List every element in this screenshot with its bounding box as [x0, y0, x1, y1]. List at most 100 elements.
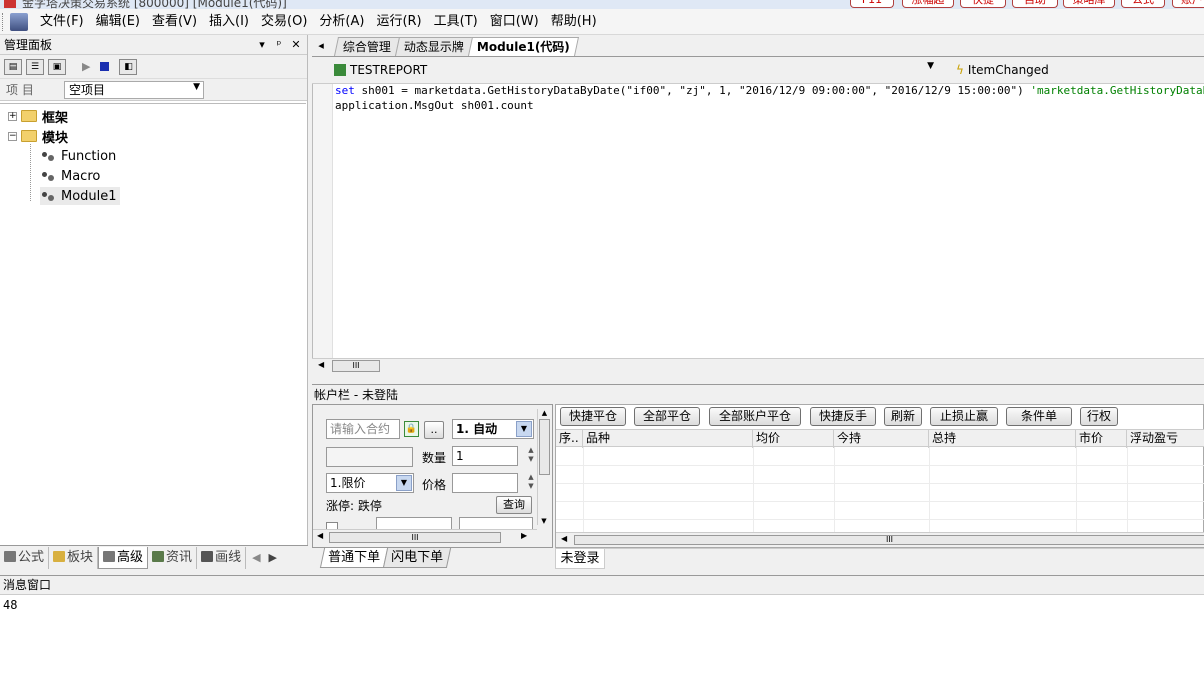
menu-tools[interactable]: 工具(T) — [428, 10, 484, 34]
properties-icon[interactable]: ◧ — [119, 58, 138, 75]
tab-overview[interactable]: 综合管理 — [333, 37, 401, 56]
scroll-thumb[interactable] — [539, 419, 550, 475]
menu-insert[interactable]: 插入(I) — [203, 10, 255, 34]
top-button-gain[interactable]: 涨幅超 — [902, 0, 954, 8]
editor-horizontal-scrollbar[interactable]: ◀ III — [312, 358, 1204, 374]
top-button-quick[interactable]: 快捷 — [960, 0, 1006, 8]
menu-view[interactable]: 查看(V) — [146, 10, 203, 34]
menu-window[interactable]: 窗口(W) — [484, 10, 545, 34]
scroll-left-icon[interactable]: ◀ — [252, 551, 260, 564]
contract-input[interactable]: 请输入合约 — [326, 419, 400, 439]
menu-edit[interactable]: 编辑(E) — [90, 10, 146, 34]
refresh-button[interactable]: 刷新 — [884, 407, 922, 426]
panel-dropdown-icon[interactable]: ▾ — [255, 38, 269, 51]
close-icon[interactable]: ✕ — [289, 38, 303, 51]
close-all-accounts-button[interactable]: 全部账户平仓 — [709, 407, 801, 426]
scroll-thumb[interactable]: III — [329, 532, 501, 543]
top-button-self[interactable]: 自助 — [1012, 0, 1058, 8]
quantity-stepper[interactable]: ▲ ▼ — [526, 446, 536, 464]
top-button-account[interactable]: 账户 — [1172, 0, 1204, 8]
quick-reverse-button[interactable]: 快捷反手 — [810, 407, 876, 426]
scroll-thumb[interactable]: III — [574, 535, 1204, 545]
menu-trade[interactable]: 交易(O) — [255, 10, 313, 34]
list-icon[interactable]: ☰ — [26, 58, 44, 75]
play-icon[interactable]: ▶ — [82, 60, 90, 73]
lock-icon[interactable]: 🔒 — [404, 421, 419, 437]
menu-run[interactable]: 运行(R) — [370, 10, 427, 34]
scroll-thumb[interactable]: III — [332, 360, 380, 372]
scroll-up-icon[interactable]: ▲ — [538, 409, 551, 417]
column-header[interactable]: 均价 — [753, 430, 834, 448]
quantity-input[interactable]: 1 — [452, 446, 518, 466]
top-button-f11[interactable]: F11 — [850, 0, 894, 8]
tab-nav-left-icon[interactable]: ◂ — [312, 37, 330, 56]
tab-news[interactable]: 资讯 — [148, 546, 198, 569]
save-icon[interactable]: ▣ — [48, 58, 66, 75]
column-header[interactable]: 序.. — [556, 430, 583, 448]
order-horizontal-scrollbar[interactable]: ◀ III ▶ — [313, 529, 537, 545]
project-value: 空项目 — [69, 83, 106, 97]
scroll-right-icon[interactable]: ▶ — [269, 551, 277, 564]
tree-node-function[interactable]: Function — [40, 147, 116, 165]
event-select[interactable]: ϟ ItemChanged — [952, 61, 1204, 79]
top-button-strategy[interactable]: 策略库 — [1063, 0, 1115, 8]
stop-loss-button[interactable]: 止损止赢 — [930, 407, 998, 426]
tab-label: 综合管理 — [342, 40, 391, 54]
column-header[interactable]: 浮动盈亏 — [1127, 430, 1204, 448]
more-button[interactable]: .. — [424, 421, 444, 439]
collapse-icon[interactable]: − — [8, 131, 17, 141]
window-title: 金字塔决策交易系统 [800000] [Module1(代码)] — [22, 0, 287, 9]
tab-label: 闪电下单 — [391, 550, 444, 565]
column-header[interactable]: 总持 — [929, 430, 1076, 448]
expand-icon[interactable]: + — [8, 111, 17, 121]
pin-icon[interactable]: ᵖ — [272, 38, 286, 51]
scroll-left-icon[interactable]: ◀ — [318, 360, 324, 369]
project-select[interactable]: 空项目 ▼ — [64, 80, 204, 99]
scroll-right-icon[interactable]: ▶ — [521, 531, 527, 540]
exercise-button[interactable]: 行权 — [1080, 407, 1118, 426]
auto-select[interactable]: 1. 自动 ▼ — [452, 419, 534, 439]
column-header[interactable]: 市价 — [1076, 430, 1127, 448]
scroll-left-icon[interactable]: ◀ — [561, 534, 567, 543]
tab-not-logged-in[interactable]: 未登录 — [555, 549, 605, 569]
positions-horizontal-scrollbar[interactable]: ◀ III — [556, 532, 1204, 547]
document-menu-icon[interactable] — [10, 12, 28, 31]
tab-normal-order[interactable]: 普通下单 — [319, 548, 389, 568]
chevron-down-icon: ▼ — [193, 81, 200, 92]
stop-icon[interactable] — [100, 62, 110, 71]
query-button[interactable]: 查询 — [496, 496, 532, 514]
column-divider — [1127, 447, 1128, 533]
tab-flash-order[interactable]: 闪电下单 — [382, 548, 452, 568]
price-stepper[interactable]: ▲ ▼ — [526, 473, 536, 491]
code-editor[interactable]: set sh001 = marketdata.GetHistoryDataByD… — [312, 84, 1204, 358]
menu-analysis[interactable]: 分析(A) — [313, 10, 370, 34]
tree-node-module1[interactable]: Module1 — [40, 187, 120, 205]
price-input[interactable] — [452, 473, 518, 493]
tree-node-macro[interactable]: Macro — [40, 167, 100, 185]
price-type-select[interactable]: 1.限价 ▼ — [326, 473, 414, 493]
menu-help[interactable]: 帮助(H) — [545, 10, 603, 34]
tab-sector[interactable]: 板块 — [49, 546, 99, 569]
conditional-order-button[interactable]: 条件单 — [1006, 407, 1072, 426]
tree-node-module[interactable]: − 模块 — [8, 127, 68, 146]
tab-module1-code[interactable]: Module1(代码) — [468, 37, 579, 56]
tab-drawing[interactable]: 画线 — [197, 546, 247, 569]
object-select[interactable]: TESTREPORT ▼ — [330, 61, 938, 79]
table-row — [556, 519, 1204, 520]
close-all-button[interactable]: 全部平仓 — [634, 407, 700, 426]
menu-file[interactable]: 文件(F) — [34, 10, 90, 34]
tab-dynamic-board[interactable]: 动态显示牌 — [394, 37, 474, 56]
scroll-left-icon[interactable]: ◀ — [317, 531, 323, 540]
column-header[interactable]: 今持 — [834, 430, 929, 448]
view-icon[interactable]: ▤ — [4, 58, 22, 75]
top-button-formula[interactable]: 公式 — [1121, 0, 1165, 8]
tab-formula[interactable]: 公式 — [0, 546, 50, 569]
tree-node-frame[interactable]: + 框架 — [8, 107, 68, 126]
scroll-down-icon[interactable]: ▼ — [538, 517, 550, 525]
column-header[interactable]: 品种 — [583, 430, 753, 448]
quick-close-button[interactable]: 快捷平仓 — [560, 407, 626, 426]
order-vertical-scrollbar[interactable]: ▲ ▼ — [537, 409, 551, 525]
tab-advanced[interactable]: 高级 — [98, 546, 149, 569]
pen-icon — [201, 550, 214, 562]
toolbar-grip[interactable] — [2, 12, 10, 31]
